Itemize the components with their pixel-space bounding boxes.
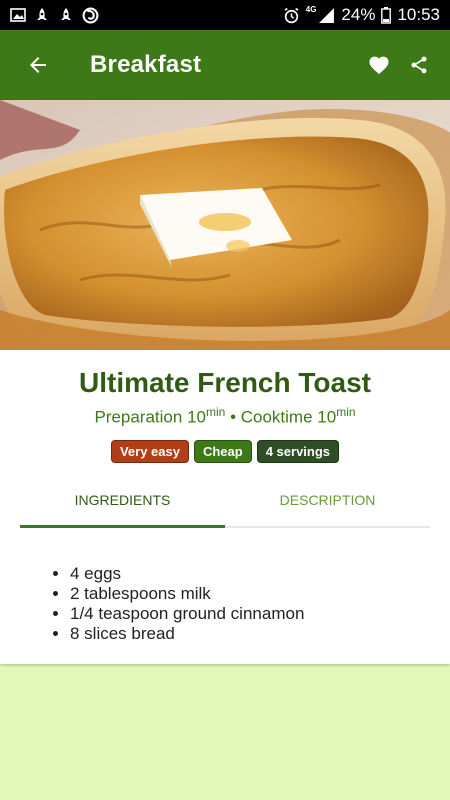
prep-unit: min — [205, 405, 226, 419]
tab-description[interactable]: DESCRIPTION — [225, 478, 430, 526]
app-bar: Breakfast — [0, 30, 450, 100]
favorite-button[interactable] — [366, 52, 392, 78]
arrow-back-icon — [30, 57, 46, 73]
list-item: 4 eggs — [70, 564, 304, 584]
gallery-icon — [10, 7, 26, 23]
prep-label: Preparation — [94, 407, 183, 427]
battery-percent: 24% — [341, 5, 376, 24]
rocket-icon — [58, 7, 74, 23]
system-icons: 4G 24% 10:53 — [283, 5, 440, 25]
share-button[interactable] — [406, 52, 432, 78]
status-bar: 4G 24% 10:53 — [0, 0, 450, 30]
recipe-title: Ultimate French Toast — [79, 367, 371, 398]
cook-label: Cooktime — [240, 407, 313, 427]
back-button[interactable] — [18, 45, 58, 85]
tab-ingredients[interactable]: INGREDIENTS — [20, 478, 225, 528]
app-bar-actions — [366, 52, 432, 78]
heart-icon — [369, 56, 389, 75]
prep-value: 10 — [187, 407, 206, 427]
difficulty-badge: Very easy — [110, 439, 189, 463]
network-type: 4G — [305, 5, 317, 14]
cook-unit: min — [336, 405, 356, 419]
list-item: 8 slices bread — [70, 624, 304, 644]
servings-badge: 4 servings — [256, 439, 340, 463]
page-title: Breakfast — [90, 51, 202, 78]
cost-badge: Cheap — [193, 439, 252, 463]
cook-value: 10 — [317, 407, 337, 427]
ingredients-list: 4 eggs 2 tablespoons milk 1/4 teaspoon g… — [50, 564, 304, 644]
alarm-icon — [283, 7, 300, 24]
list-item: 2 tablespoons milk — [70, 584, 304, 604]
clock-time: 10:53 — [397, 5, 440, 24]
signal-icon — [318, 7, 335, 23]
list-item: 1/4 teaspoon ground cinnamon — [70, 604, 304, 624]
firefox-icon — [82, 7, 99, 24]
recipe-card: Ultimate French Toast Preparation 10min … — [0, 100, 450, 664]
share-icon — [411, 56, 427, 74]
recipe-times: Preparation 10min • Cooktime 10min — [0, 405, 450, 428]
notification-icons — [10, 7, 99, 24]
rocket-icon — [34, 7, 50, 23]
recipe-badges: Very easy Cheap 4 servings — [0, 439, 450, 463]
times-separator: • — [230, 407, 237, 427]
recipe-tabs: INGREDIENTS DESCRIPTION — [20, 478, 430, 528]
battery-icon — [381, 6, 392, 24]
recipe-photo — [0, 100, 450, 350]
